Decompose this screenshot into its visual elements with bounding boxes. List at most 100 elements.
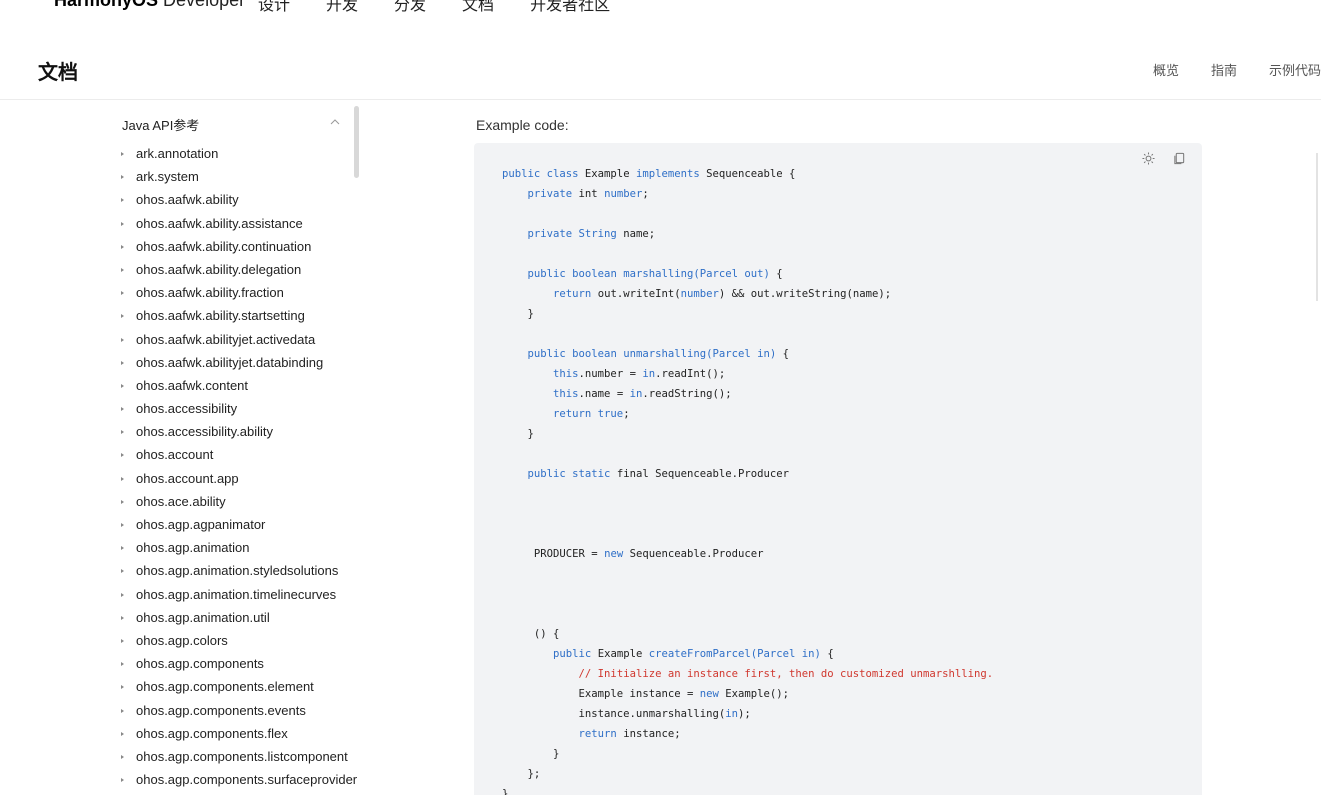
code-token: } (502, 748, 560, 760)
code-token: .readInt(); (655, 368, 726, 380)
nav-link-distribute[interactable]: 分发 (394, 0, 426, 15)
sidebar-scrollbar[interactable] (354, 106, 359, 178)
sidebar-item[interactable]: ohos.agp.agpanimator (110, 517, 358, 540)
sidebar-item[interactable]: ohos.aafwk.ability.startsetting (110, 308, 358, 331)
sidebar-item[interactable]: ohos.agp.components.element (110, 679, 358, 702)
nav-link-community[interactable]: 开发者社区 (530, 0, 610, 15)
code-token: .number = (578, 368, 643, 380)
sidebar-item[interactable]: ohos.ace.ability (110, 494, 358, 517)
sidebar-item[interactable]: ohos.aafwk.ability (110, 192, 358, 215)
caret-right-icon (121, 360, 124, 365)
code-token: } (502, 428, 534, 440)
caret-right-icon (121, 476, 124, 481)
sidebar-item[interactable]: ohos.aafwk.ability.continuation (110, 239, 358, 262)
brand-main: HarmonyOS (54, 0, 159, 10)
caret-right-icon (121, 152, 124, 156)
code-token: ; (623, 408, 630, 420)
sidebar-item[interactable]: ohos.accessibility (110, 401, 358, 424)
sidebar-item[interactable]: ohos.agp.components.events (110, 703, 358, 726)
code-token: instance; (623, 728, 681, 740)
chevron-up-icon[interactable] (330, 117, 340, 127)
code-line: // Initialize an instance first, then do… (502, 668, 994, 680)
nav-link-docs[interactable]: 文档 (462, 0, 494, 15)
nav-link-design[interactable]: 设计 (258, 0, 290, 15)
sidebar-item[interactable]: ohos.agp.colors (110, 633, 358, 656)
sidebar-nav: Java API参考 ark.annotation ark.system ohos.… (110, 101, 360, 795)
sidebar-item[interactable]: ark.system (110, 169, 358, 192)
page-scroll-indicator[interactable] (1316, 153, 1318, 301)
sidebar-item[interactable]: ohos.agp.components.listcomponent (110, 749, 358, 772)
tab-sample-code[interactable]: 示例代码 (1269, 60, 1321, 79)
caret-right-icon (121, 267, 124, 272)
code-line: this.name = in.readString(); (502, 388, 732, 400)
code-token: Example(); (725, 688, 790, 700)
sidebar-section-title: Java API参考 (122, 118, 200, 133)
sidebar-item[interactable]: ark.annotation (110, 146, 358, 169)
sidebar-item-label: ark.annotation (136, 146, 219, 161)
code-line: instance.unmarshalling(in); (502, 708, 751, 720)
code-line: } (502, 788, 508, 795)
caret-right-icon (121, 662, 124, 667)
code-line: return true; (502, 408, 630, 420)
sidebar-item[interactable]: ohos.account.app (110, 471, 358, 494)
tab-overview[interactable]: 概览 (1153, 60, 1179, 79)
caret-right-icon (121, 523, 124, 527)
sidebar-item[interactable]: ohos.account (110, 447, 358, 470)
caret-right-icon (121, 198, 124, 203)
sidebar-item-label: ohos.agp.animation.styledsolutions (136, 563, 339, 579)
sidebar-item[interactable]: ohos.aafwk.abilityjet.databinding (110, 355, 358, 378)
sidebar-item-label: ohos.aafwk.ability.startsetting (136, 308, 305, 324)
sidebar-package-list: ark.annotation ark.system ohos.aafwk.abili… (110, 146, 358, 795)
sidebar-item-label: ohos.agp.components.listcomponent (136, 748, 348, 764)
brand-logo[interactable]: HarmonyOS Developer (54, 0, 245, 11)
page-title: 文档 (38, 62, 78, 84)
sidebar-item[interactable]: ohos.aafwk.ability.delegation (110, 262, 358, 285)
sidebar-item[interactable]: ohos.aafwk.abilityjet.activedata (110, 332, 358, 355)
theme-toggle-icon[interactable] (1142, 152, 1155, 165)
sidebar-item-label: ohos.aafwk.ability.fraction (136, 285, 284, 301)
sidebar-item[interactable]: ohos.agp.components.surfaceprovider (110, 772, 358, 795)
code-token: public (527, 348, 573, 360)
sidebar-item[interactable]: ohos.accessibility.ability (110, 424, 358, 447)
caret-right-icon (121, 314, 124, 319)
copy-icon[interactable] (1173, 152, 1186, 165)
sidebar-item[interactable]: ohos.agp.animation.timelinecurves (110, 587, 358, 610)
sidebar-item[interactable]: ohos.aafwk.content (110, 378, 358, 401)
sidebar-item[interactable]: ohos.agp.components.flex (110, 726, 358, 749)
caret-right-icon (121, 754, 124, 759)
code-token: this (553, 388, 579, 400)
sidebar-item[interactable]: ohos.aafwk.ability.fraction (110, 285, 358, 308)
code-token: Example instance = (502, 688, 700, 700)
sidebar-item[interactable]: ohos.agp.animation.util (110, 610, 358, 633)
caret-right-icon (121, 708, 124, 713)
sidebar-item-label: ohos.aafwk.abilityjet.databinding (136, 354, 324, 370)
caret-right-icon (121, 175, 124, 180)
sidebar-item[interactable]: ohos.agp.animation.styledsolutions (110, 563, 358, 586)
example-code-label: Example code: (476, 117, 569, 133)
sidebar-item-label: ohos.agp.components (136, 656, 264, 672)
code-toolbar (1142, 152, 1186, 165)
code-token: new (604, 548, 630, 560)
nav-link-develop[interactable]: 开发 (326, 0, 358, 15)
code-token: this (553, 368, 579, 380)
code-token: Example (584, 168, 636, 180)
sidebar-section-header[interactable]: Java API参考 (122, 115, 350, 133)
sidebar-item[interactable]: ohos.aafwk.ability.assistance (110, 216, 358, 239)
caret-right-icon (121, 731, 124, 736)
tab-guide[interactable]: 指南 (1211, 60, 1237, 79)
sidebar-item-label: ohos.agp.animation (136, 540, 250, 556)
sidebar-item[interactable]: ohos.agp.components (110, 656, 358, 679)
code-line: }; (502, 768, 541, 780)
caret-right-icon (121, 778, 124, 783)
code-token: in (629, 388, 643, 400)
code-line: return instance; (502, 728, 681, 740)
code-token: ; (642, 188, 649, 200)
sidebar-item[interactable]: ohos.agp.animation (110, 540, 358, 563)
